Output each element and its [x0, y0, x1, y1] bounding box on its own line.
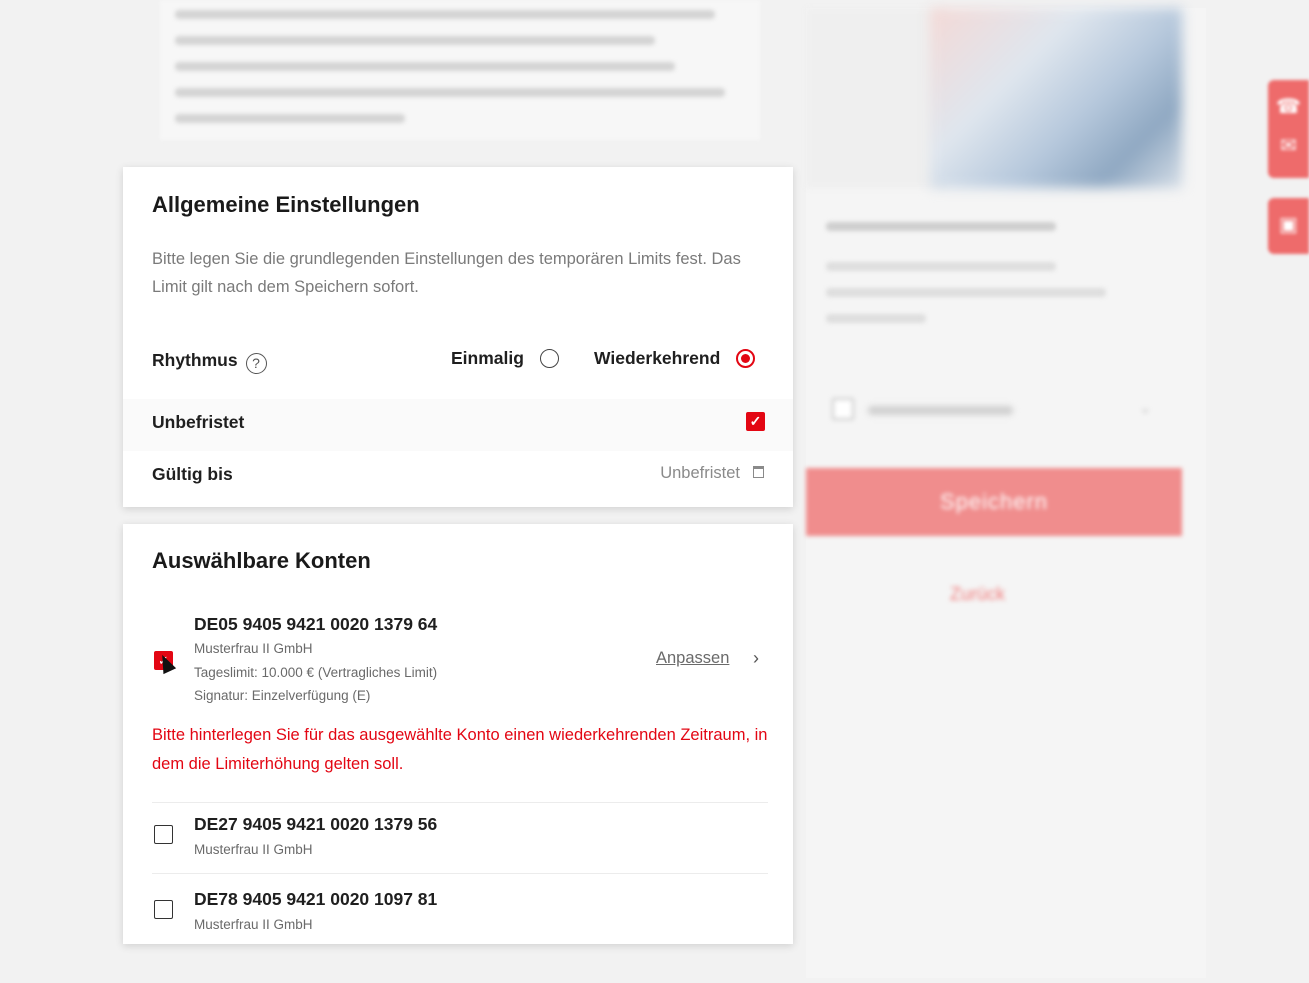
- valid-until-label: Gültig bis: [152, 464, 233, 484]
- radio-option-einmalig[interactable]: Einmalig: [451, 348, 559, 369]
- account-holder: Musterfrau II GmbH: [194, 641, 313, 656]
- radio-einmalig[interactable]: [539, 349, 559, 368]
- account-iban: DE78 9405 9421 0020 1097 81: [194, 889, 438, 909]
- account-holder: Musterfrau II GmbH: [194, 842, 313, 857]
- sidebar-select-text: [868, 406, 1013, 415]
- general-settings-title: Allgemeine Einstellungen: [152, 192, 420, 217]
- divider: [152, 873, 768, 874]
- sidebar-title-line: [826, 222, 1056, 231]
- selectable-accounts-title: Auswählbare Konten: [152, 548, 371, 573]
- sidebar-text-line: [826, 262, 1056, 271]
- radio-label-wiederkehrend: Wiederkehrend: [594, 348, 721, 368]
- selectable-accounts-card: Auswählbare Konten ✓ DE05 9405 9421 0020…: [123, 524, 793, 944]
- account-signature: Signatur: Einzelverfügung (E): [194, 688, 371, 703]
- account-checkbox[interactable]: [154, 900, 173, 919]
- sidebar-select-checkbox[interactable]: [832, 398, 854, 420]
- adjust-link[interactable]: Anpassen: [656, 649, 729, 668]
- chevron-down-icon: ⌄: [1138, 400, 1152, 417]
- account-iban: DE05 9405 9421 0020 1379 64: [194, 614, 438, 634]
- background-text-line: [175, 36, 655, 45]
- help-icon[interactable]: ?: [245, 353, 267, 374]
- rhythm-label: Rhythmus: [152, 350, 238, 370]
- sidebar-text-line: [826, 314, 926, 323]
- background-text-line: [175, 62, 675, 71]
- mouse-cursor-icon: [155, 651, 177, 675]
- valid-until-value[interactable]: Unbefristet: [660, 464, 740, 483]
- chat-icon: ▣: [1279, 214, 1298, 236]
- background-text-line: [175, 10, 715, 19]
- account-holder: Musterfrau II GmbH: [194, 917, 313, 932]
- sidebar-select[interactable]: ⌄: [828, 392, 1158, 428]
- sidebar-text-line: [826, 288, 1106, 297]
- account-iban: DE27 9405 9421 0020 1379 56: [194, 814, 438, 834]
- sidebar-image-card: [806, 8, 946, 188]
- background-text-line: [175, 88, 725, 97]
- general-settings-description: Bitte legen Sie die grundlegenden Einste…: [152, 250, 741, 296]
- unlimited-checkbox[interactable]: ✓: [746, 412, 765, 431]
- unlimited-label: Unbefristet: [152, 412, 245, 432]
- radio-option-wiederkehrend[interactable]: Wiederkehrend: [594, 348, 756, 369]
- general-settings-card: Allgemeine Einstellungen Bitte legen Sie…: [123, 167, 793, 507]
- chevron-right-icon[interactable]: ›: [753, 648, 759, 669]
- divider: [152, 802, 768, 803]
- back-link[interactable]: Zurück: [950, 584, 1005, 605]
- save-button[interactable]: Speichern: [806, 468, 1182, 536]
- account-checkbox[interactable]: [154, 825, 173, 844]
- contact-side-tab[interactable]: ☎ ✉: [1268, 80, 1309, 178]
- radio-wiederkehrend[interactable]: [736, 349, 756, 368]
- background-text-line: [175, 114, 405, 123]
- phone-icon: ☎: [1276, 96, 1301, 118]
- error-message: Bitte hinterlegen Sie für das ausgewählt…: [152, 726, 768, 773]
- calendar-icon[interactable]: [753, 466, 764, 478]
- account-daily-limit: Tageslimit: 10.000 € (Vertragliches Limi…: [194, 665, 438, 680]
- radio-label-einmalig: Einmalig: [451, 348, 524, 368]
- sidebar-hero-image: [930, 8, 1182, 188]
- mail-icon: ✉: [1280, 135, 1297, 157]
- chat-side-tab[interactable]: ▣: [1268, 198, 1309, 254]
- rhythm-row: Rhythmus?: [152, 350, 267, 374]
